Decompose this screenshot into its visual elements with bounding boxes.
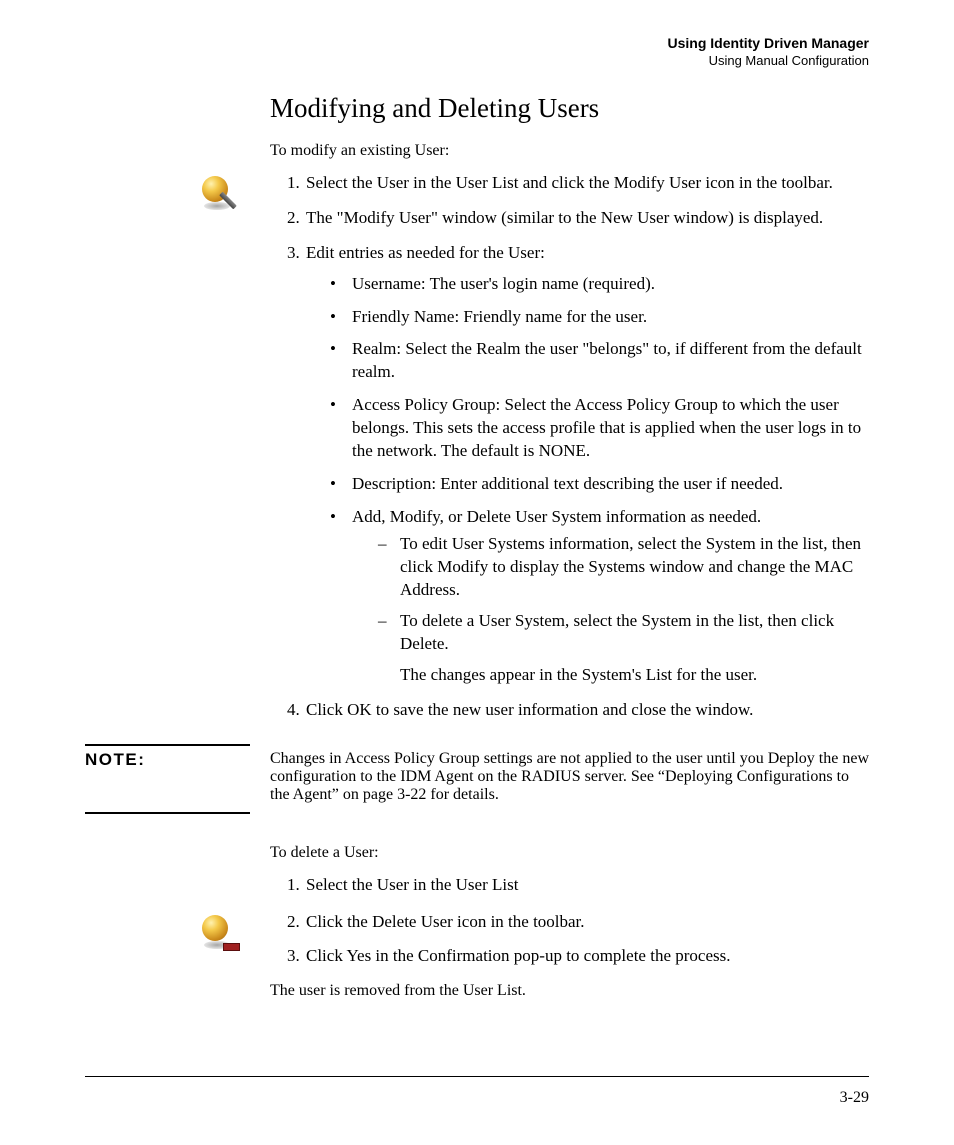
modify-user-icon-cell [85, 172, 270, 736]
dash-delete-text: To delete a User System, select the Syst… [400, 611, 834, 653]
dash-tail: The changes appear in the System's List … [352, 664, 869, 687]
note-bottom-rule [85, 812, 250, 814]
section-title: Modifying and Deleting Users [270, 93, 869, 124]
dash-delete: To delete a User System, select the Syst… [378, 610, 869, 656]
modify-steps: Select the User in the User List and cli… [270, 172, 869, 722]
note-block: NOTE: Changes in Access Policy Group set… [85, 736, 869, 818]
running-header: Using Identity Driven Manager Using Manu… [85, 35, 869, 69]
system-sublist: To edit User Systems information, select… [352, 533, 869, 656]
margin-empty [85, 982, 270, 1012]
modify-step-1: Select the User in the User List and cli… [304, 172, 869, 195]
delete-step-3: Click Yes in the Confirmation pop-up to … [304, 945, 869, 968]
margin-empty [85, 844, 270, 874]
edit-entries-list: Username: The user's login name (require… [306, 273, 869, 687]
delete-step-1: Select the User in the User List [304, 874, 869, 897]
modify-intro: To modify an existing User: [270, 142, 869, 160]
delete-steps-cont: Click the Delete User icon in the toolba… [270, 911, 869, 969]
modify-user-icon [200, 174, 240, 214]
modify-step-3-text: Edit entries as needed for the User: [306, 243, 545, 262]
delete-user-icon [200, 913, 240, 953]
modify-step-4: Click OK to save the new user informatio… [304, 699, 869, 722]
page: Using Identity Driven Manager Using Manu… [0, 0, 954, 1145]
bullet-realm: Realm: Select the Realm the user "belong… [330, 338, 869, 384]
modify-step-3: Edit entries as needed for the User: Use… [304, 242, 869, 687]
header-line-1: Using Identity Driven Manager [85, 35, 869, 53]
footer-rule [85, 1076, 869, 1077]
margin-empty [85, 874, 270, 911]
bullet-username: Username: The user's login name (require… [330, 273, 869, 296]
bullet-add-mod-del-text: Add, Modify, or Delete User System infor… [352, 507, 761, 526]
dash-edit: To edit User Systems information, select… [378, 533, 869, 602]
delete-intro: To delete a User: [270, 844, 869, 862]
delete-outro: The user is removed from the User List. [270, 982, 869, 1000]
delete-user-icon-cell [85, 911, 270, 983]
delete-steps: Select the User in the User List [270, 874, 869, 897]
bullet-friendlyname: Friendly Name: Friendly name for the use… [330, 306, 869, 329]
margin-empty [85, 93, 270, 142]
page-number: 3-29 [840, 1089, 869, 1107]
note-top-rule [85, 744, 250, 746]
margin-empty [85, 818, 270, 844]
bullet-description: Description: Enter additional text descr… [330, 473, 869, 496]
header-line-2: Using Manual Configuration [85, 53, 869, 69]
modify-step-2: The "Modify User" window (similar to the… [304, 207, 869, 230]
note-label: NOTE: [85, 750, 145, 769]
delete-step-2: Click the Delete User icon in the toolba… [304, 911, 869, 934]
note-body: Changes in Access Policy Group settings … [270, 750, 869, 804]
margin-empty [85, 142, 270, 172]
bullet-apg: Access Policy Group: Select the Access P… [330, 394, 869, 463]
bullet-add-mod-del: Add, Modify, or Delete User System infor… [330, 506, 869, 687]
